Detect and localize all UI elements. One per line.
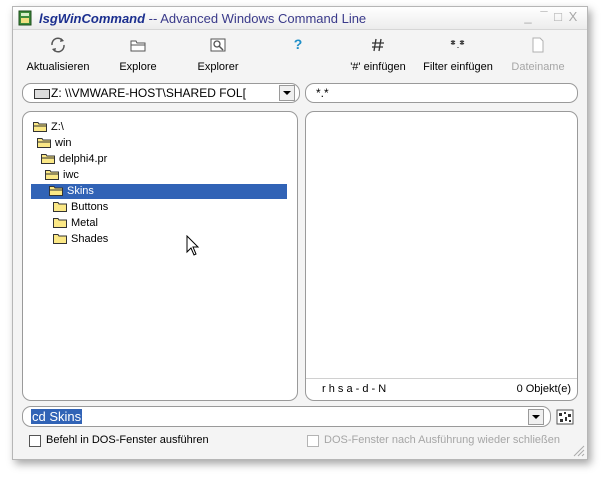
run-in-dos-checkbox[interactable] — [29, 435, 41, 447]
folder-closed-icon — [53, 202, 67, 212]
command-combobox[interactable]: cd Skins — [22, 406, 551, 427]
filter-input[interactable]: *.* — [305, 83, 578, 103]
close-dos-label: DOS-Fenster nach Ausführung wieder schli… — [324, 434, 561, 446]
tree-item-label: Buttons — [71, 201, 109, 213]
insert-filter-button[interactable]: Filter einfügen — [418, 30, 498, 80]
window-title: lsgWinCommand -- Advanced Windows Comman… — [39, 11, 366, 26]
folder-closed-icon — [53, 218, 67, 228]
close-dos-checkbox[interactable] — [307, 435, 319, 447]
insert-hash-label: '#' einfügen — [350, 61, 406, 73]
folder-open-icon — [45, 170, 59, 180]
tree-item-label: iwc — [63, 169, 79, 181]
explorer-search-icon — [210, 38, 226, 52]
execute-icon[interactable] — [556, 409, 574, 425]
explorer-button[interactable]: Explorer — [188, 30, 248, 80]
app-window: lsgWinCommand -- Advanced Windows Comman… — [12, 6, 588, 460]
folder-open-icon — [41, 154, 55, 164]
filter-value: *.* — [316, 86, 329, 100]
insert-filter-label: Filter einfügen — [423, 61, 493, 73]
command-dropdown-button[interactable] — [528, 409, 544, 425]
object-count: 0 Objekt(e) — [516, 383, 571, 395]
app-icon — [18, 10, 32, 26]
tree-item-label: win — [55, 137, 72, 149]
chevron-down-icon — [283, 91, 291, 95]
status-divider — [306, 378, 577, 379]
title-subtitle: -- Advanced Windows Command Line — [145, 11, 367, 26]
attribute-filter[interactable]: r h s a - d - N — [322, 383, 386, 395]
refresh-label: Aktualisieren — [26, 61, 90, 73]
maximize-button[interactable]: ¯ — [537, 10, 551, 24]
explorer-label: Explorer — [197, 61, 239, 73]
explore-button[interactable]: Explore — [108, 30, 168, 80]
explore-label: Explore — [119, 61, 157, 73]
app-name: lsgWinCommand — [39, 11, 146, 26]
tree-item-label: Skins — [67, 185, 94, 197]
command-input[interactable]: cd Skins — [31, 409, 83, 424]
network-drive-icon — [34, 89, 50, 99]
mouse-cursor-icon — [186, 235, 200, 256]
tree-item-label: Shades — [71, 233, 109, 245]
tree-item-label: Metal — [71, 217, 98, 229]
hash-icon — [372, 38, 384, 52]
refresh-button[interactable]: Aktualisieren — [23, 30, 93, 80]
command-value: cd Skins — [31, 409, 83, 424]
help-button[interactable]: ? — [283, 30, 313, 80]
folder-open-icon — [37, 138, 51, 148]
folder-open-icon — [130, 40, 146, 52]
tree-item-label: Z:\ — [51, 121, 64, 133]
minimize-button[interactable]: _ — [521, 10, 535, 24]
filter-icon — [450, 40, 465, 48]
folder-open-icon — [49, 186, 63, 196]
path-value: Z: \\VMWARE-HOST\SHARED FOL[ — [51, 86, 246, 100]
filename-label: Dateiname — [511, 61, 565, 73]
insert-hash-button[interactable]: '#' einfügen — [343, 30, 413, 80]
resize-grip-icon[interactable] — [571, 443, 585, 457]
file-icon — [532, 37, 544, 53]
file-list[interactable]: r h s a - d - N 0 Objekt(e) — [305, 111, 578, 401]
folder-tree[interactable]: Z:\ win delphi4.pr iwc Skins Buttons Met… — [22, 111, 298, 401]
help-icon: ? — [293, 36, 303, 52]
filename-button[interactable]: Dateiname — [508, 30, 568, 80]
tree-item-label: delphi4.pr — [59, 153, 108, 165]
refresh-icon — [51, 37, 65, 53]
toolbar: Aktualisieren Explore Explorer ? '#' ein — [13, 30, 587, 80]
path-combobox[interactable]: Z: \\VMWARE-HOST\SHARED FOL[ — [22, 83, 300, 103]
folder-open-icon — [33, 122, 47, 132]
chevron-down-icon — [532, 415, 540, 419]
title-bar[interactable]: lsgWinCommand -- Advanced Windows Comman… — [13, 7, 587, 30]
path-dropdown-button[interactable] — [279, 85, 295, 101]
restore-button[interactable]: □ — [551, 10, 565, 24]
run-in-dos-label: Befehl in DOS-Fenster ausführen — [46, 434, 209, 446]
close-button[interactable]: X — [566, 10, 580, 24]
folder-closed-icon — [53, 234, 67, 244]
